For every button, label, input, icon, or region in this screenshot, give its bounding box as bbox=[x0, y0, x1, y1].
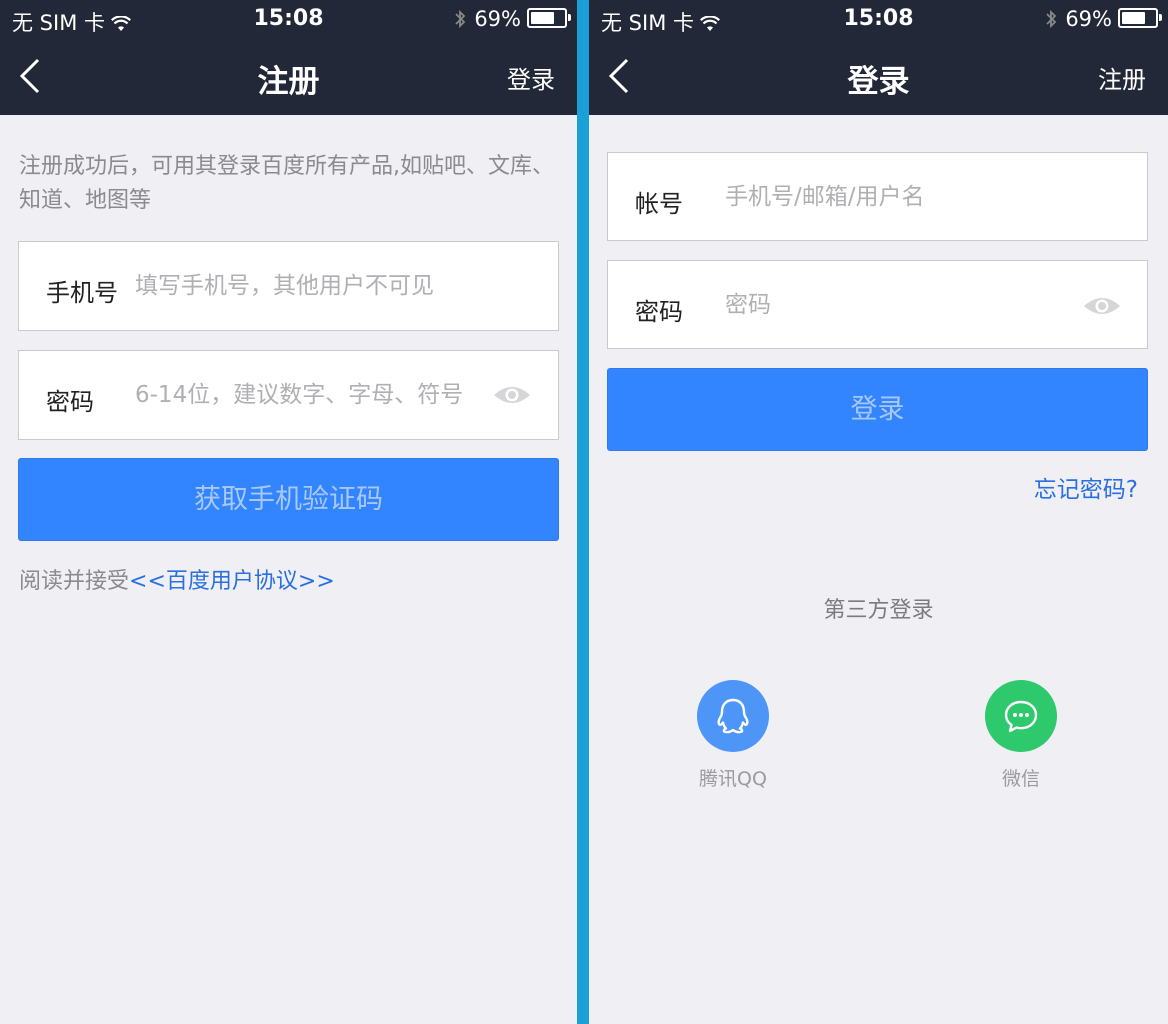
battery-icon bbox=[527, 8, 571, 28]
login-button[interactable]: 登录 bbox=[607, 368, 1148, 451]
login-nav-button[interactable]: 登录 bbox=[507, 60, 555, 95]
qq-login-button[interactable]: 腾讯QQ bbox=[678, 680, 788, 791]
top-bar: 无 SIM 卡 15:08 69% 登录 注册 bbox=[589, 0, 1168, 115]
forgot-password-link[interactable]: 忘记密码? bbox=[1034, 470, 1138, 504]
page-title: 登录 bbox=[847, 64, 910, 100]
show-password-toggle[interactable] bbox=[1082, 293, 1122, 323]
show-password-toggle[interactable] bbox=[492, 382, 532, 412]
phone-label: 手机号 bbox=[46, 279, 118, 307]
password-label: 密码 bbox=[635, 298, 683, 326]
bluetooth-icon bbox=[1045, 9, 1057, 34]
password-input[interactable] bbox=[725, 288, 1065, 322]
third-party-login-title: 第三方登录 bbox=[823, 598, 934, 623]
register-intro-text: 注册成功后，可用其登录百度所有产品,如贴吧、文库、知道、地图等 bbox=[19, 154, 554, 213]
password-field: 密码 bbox=[607, 260, 1148, 349]
navigation-bar: 注册 登录 bbox=[0, 38, 577, 115]
navigation-bar: 登录 注册 bbox=[589, 38, 1168, 115]
qq-label: 腾讯QQ bbox=[699, 768, 767, 790]
wechat-icon bbox=[985, 680, 1057, 752]
register-nav-button[interactable]: 注册 bbox=[1098, 60, 1146, 95]
top-bar: 无 SIM 卡 15:08 69% 注册 登录 bbox=[0, 0, 577, 115]
login-screen: 无 SIM 卡 15:08 69% 登录 注册 帐号 密码 登录 忘记密码? 第… bbox=[589, 0, 1168, 1024]
status-bar: 无 SIM 卡 15:08 69% bbox=[589, 0, 1168, 38]
password-input[interactable] bbox=[135, 378, 495, 412]
qq-icon bbox=[697, 680, 769, 752]
get-verification-code-button[interactable]: 获取手机验证码 bbox=[18, 458, 559, 541]
page-title: 注册 bbox=[257, 64, 320, 100]
status-bar: 无 SIM 卡 15:08 69% bbox=[0, 0, 577, 38]
eye-icon bbox=[494, 387, 530, 403]
eye-icon bbox=[1084, 298, 1120, 314]
wechat-label: 微信 bbox=[1001, 768, 1040, 790]
user-agreement-link[interactable]: <<百度用户协议>> bbox=[129, 569, 335, 594]
wechat-login-button[interactable]: 微信 bbox=[966, 680, 1076, 791]
bluetooth-icon bbox=[454, 9, 466, 34]
account-label: 帐号 bbox=[635, 190, 683, 218]
battery-icon bbox=[1118, 8, 1162, 28]
phone-input[interactable] bbox=[135, 269, 535, 303]
battery-status: 69% bbox=[1045, 7, 1162, 34]
password-label: 密码 bbox=[46, 388, 94, 416]
password-field: 密码 bbox=[18, 350, 559, 440]
battery-status: 69% bbox=[454, 7, 571, 34]
register-screen: 无 SIM 卡 15:08 69% 注册 登录 注册成功后，可用其登录百度所有产… bbox=[0, 0, 577, 1024]
phone-field: 手机号 bbox=[18, 241, 559, 331]
account-input[interactable] bbox=[725, 180, 1125, 214]
account-field: 帐号 bbox=[607, 152, 1148, 241]
agreement-text: 阅读并接受<<百度用户协议>> bbox=[19, 569, 335, 594]
